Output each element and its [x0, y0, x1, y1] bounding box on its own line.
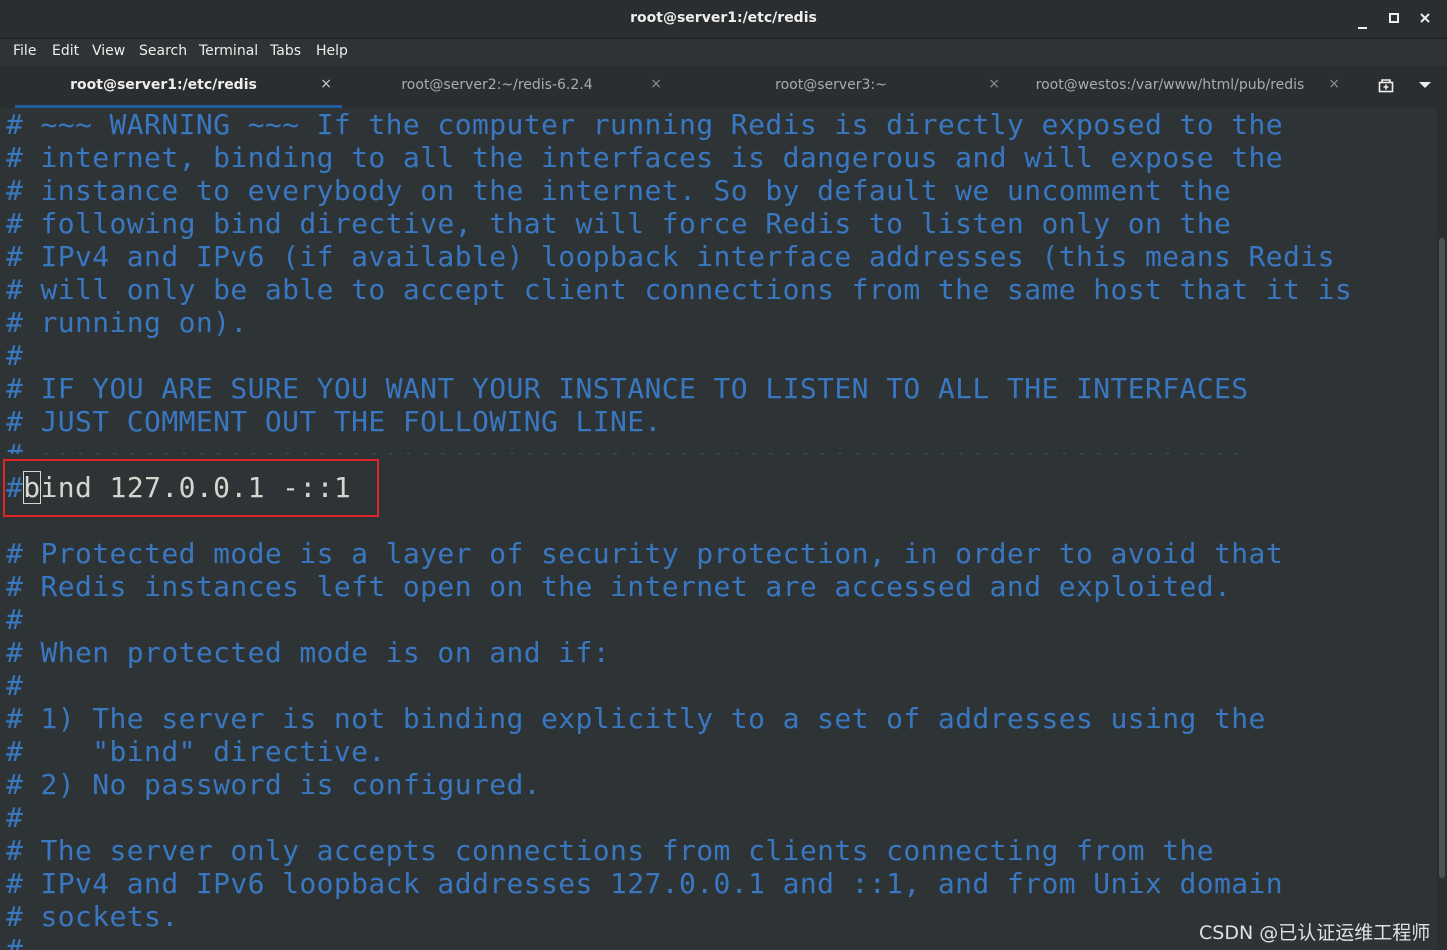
tab-label: root@server2:~/redis-6.2.4 — [401, 77, 593, 93]
tab-label: root@server3:~ — [775, 77, 887, 93]
terminal-line: # — [6, 669, 24, 702]
tab-label: root@westos:/var/www/html/pub/redis — [1035, 77, 1305, 93]
terminal-line: # The server only accepts connections fr… — [6, 834, 1215, 867]
terminal-line: # 1) The server is not binding explicitl… — [6, 702, 1266, 735]
maximize-icon — [1389, 13, 1399, 23]
close-button[interactable] — [1415, 9, 1435, 29]
tab-westos[interactable]: root@westos:/var/www/html/pub/redis × — [1020, 66, 1350, 108]
terminal-line: # — [6, 603, 24, 636]
terminal-line: # instance to everybody on the internet.… — [6, 174, 1232, 207]
tab-server3[interactable]: root@server3:~ × — [682, 66, 1010, 108]
menu-terminal[interactable]: Terminal — [199, 43, 258, 59]
terminal-line: # — [6, 339, 24, 372]
terminal-line: # Redis instances left open on the inter… — [6, 570, 1232, 603]
title-bar[interactable]: root@server1:/etc/redis — [0, 0, 1447, 39]
terminal-line: # "bind" directive. — [6, 735, 386, 768]
tab-close-icon[interactable]: × — [1328, 76, 1340, 92]
menu-file[interactable]: File — [13, 43, 36, 59]
terminal-scrollbar[interactable] — [1437, 108, 1447, 950]
tab-label: root@server1:/etc/redis — [70, 77, 257, 93]
terminal-line: # JUST COMMENT OUT THE FOLLOWING LINE. — [6, 405, 662, 438]
terminal-line-tilde-rule: # ~~~~~~~~~~~~~~~~~~~~~~~~~~~~~~~~~~~~~~… — [6, 438, 1249, 454]
terminal-line: # running on). — [6, 306, 248, 339]
close-icon — [1420, 13, 1430, 23]
window-title: root@server1:/etc/redis — [630, 10, 817, 26]
terminal-line: # internet, binding to all the interface… — [6, 141, 1284, 174]
menu-help[interactable]: Help — [316, 43, 348, 59]
watermark: CSDN @已认证运维工程师 — [1199, 922, 1431, 944]
terminal-line: # — [6, 933, 24, 950]
menu-tabs[interactable]: Tabs — [270, 43, 301, 59]
menu-bar: File Edit View Search Terminal Tabs Help — [0, 39, 1447, 66]
tab-close-icon[interactable]: × — [988, 76, 1000, 92]
menu-view[interactable]: View — [92, 43, 125, 59]
tab-bar: root@server1:/etc/redis × root@server2:~… — [0, 66, 1447, 109]
terminal-line: # When protected mode is on and if: — [6, 636, 611, 669]
minimize-button[interactable] — [1352, 9, 1372, 29]
terminal-line: # IPv4 and IPv6 (if available) loopback … — [6, 240, 1335, 273]
terminal-line: # sockets. — [6, 900, 179, 933]
minimize-icon — [1357, 27, 1367, 29]
terminal-line: # Protected mode is a layer of security … — [6, 537, 1284, 570]
terminal-line: # — [6, 801, 24, 834]
terminal-line: # IPv4 and IPv6 loopback addresses 127.0… — [6, 867, 1284, 900]
tab-close-icon[interactable]: × — [320, 76, 332, 92]
tab-menu-chevron-down-icon[interactable] — [1419, 82, 1431, 88]
terminal-line: # will only be able to accept client con… — [6, 273, 1353, 306]
terminal-output[interactable]: # ~~~ WARNING ~~~ If the computer runnin… — [0, 108, 1437, 950]
scrollbar-thumb[interactable] — [1439, 238, 1445, 878]
menu-search[interactable]: Search — [139, 43, 187, 59]
maximize-button[interactable] — [1384, 9, 1404, 29]
menu-edit[interactable]: Edit — [52, 43, 79, 59]
new-tab-icon[interactable] — [1378, 78, 1394, 94]
annotation-highlight-box — [3, 459, 379, 517]
terminal-line: # 2) No password is configured. — [6, 768, 541, 801]
tab-server1[interactable]: root@server1:/etc/redis × — [15, 66, 342, 108]
terminal-line: # following bind directive, that will fo… — [6, 207, 1232, 240]
terminal-line: # IF YOU ARE SURE YOU WANT YOUR INSTANCE… — [6, 372, 1249, 405]
tab-close-icon[interactable]: × — [650, 76, 662, 92]
terminal-line: # ~~~ WARNING ~~~ If the computer runnin… — [6, 108, 1284, 141]
terminal-window: root@server1:/etc/redis File Edit View S… — [0, 0, 1447, 950]
tab-server2[interactable]: root@server2:~/redis-6.2.4 × — [352, 66, 672, 108]
